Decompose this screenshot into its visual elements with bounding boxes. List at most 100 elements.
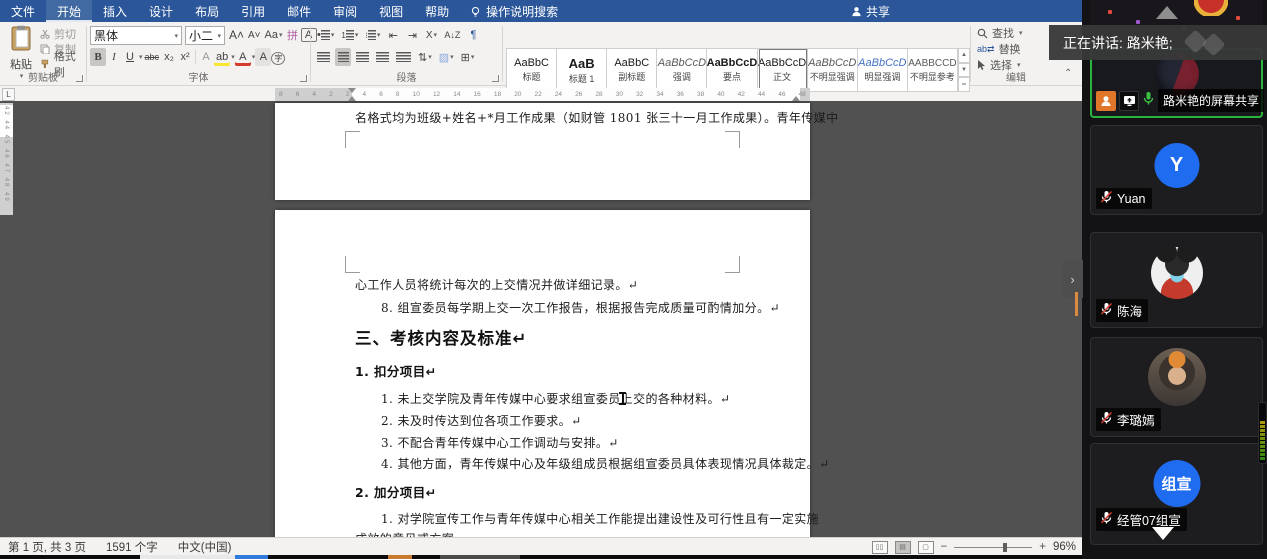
tab-stop-selector[interactable]: L [2, 88, 15, 101]
styles-scroll-down[interactable]: ▼ [958, 62, 970, 78]
enclose-character-button[interactable]: 字 [271, 51, 286, 65]
read-mode-button[interactable]: ▯▯ [871, 540, 888, 554]
doc-line: 3. 不配合青年传媒中心工作调动与安排。↵ [381, 436, 619, 450]
document-page-1[interactable]: 名格式均为班级+姓名+*月工作成果（如财管 1801 张三十一月工作成果）。青年… [275, 103, 838, 200]
style-item-emphasis[interactable]: AaBbCcD 强调 [657, 48, 708, 92]
participant-tile-jingguan07[interactable]: 组宣 经管07组宣 [1090, 443, 1263, 545]
change-case-button[interactable]: Aa ▾ [263, 26, 285, 44]
hanging-indent-marker[interactable] [348, 96, 356, 101]
style-item-subtitle[interactable]: AaBbC 副标题 [607, 48, 658, 92]
multilevel-list-button[interactable]: ⁝ ▾ [363, 26, 382, 44]
avatar-photo [1147, 348, 1206, 406]
participant-tile-liluyan[interactable]: 李璐嫣 [1090, 337, 1263, 437]
language-indicator[interactable]: 中文(中国) [178, 539, 232, 555]
align-left-button[interactable] [315, 48, 332, 66]
increase-indent-button[interactable]: ⇥ [404, 26, 420, 44]
tab-insert[interactable]: 插入 [92, 0, 138, 22]
editing-group-label: 编辑 [1006, 73, 1026, 84]
tab-mailings[interactable]: 邮件 [276, 0, 322, 22]
vertical-ruler[interactable]: 42 44 45 46 47 48 49 [0, 103, 13, 215]
scrollbar-thumb[interactable] [1075, 292, 1078, 316]
superscript-button[interactable]: x² [177, 48, 193, 66]
align-center-button[interactable] [335, 48, 351, 66]
web-layout-button[interactable]: ▢ [917, 540, 934, 554]
zoom-in-button[interactable]: + [1039, 541, 1046, 553]
scroll-up-arrow[interactable] [1156, 6, 1178, 19]
style-item-normal[interactable]: AaBbCcD 正文 [757, 48, 808, 92]
justify-button[interactable] [374, 48, 391, 66]
character-shading-button[interactable]: A [255, 48, 272, 66]
underline-button[interactable]: U [122, 48, 138, 66]
format-painter-icon [41, 59, 49, 68]
tell-me-search[interactable]: 操作说明搜索 [460, 0, 568, 22]
document-page-2[interactable]: 心工作人员将统计每次的上交情况并做详细记录。↵ 8. 组宣委员每学期上交一次工作… [275, 210, 829, 555]
line-spacing-button[interactable]: ⇅ ▾ [416, 48, 434, 66]
find-button[interactable]: 查找 ▾ [977, 26, 1023, 40]
page-indicator[interactable]: 第 1 页, 共 3 页 [8, 539, 86, 555]
styles-scroll-up[interactable]: ▲ [958, 48, 970, 63]
italic-button[interactable]: I [106, 48, 122, 66]
subscript-button[interactable]: x₂ [161, 48, 177, 66]
borders-button[interactable]: ⊞ ▾ [459, 48, 477, 66]
scroll-down-arrow[interactable] [1152, 527, 1174, 540]
cut-button[interactable]: 剪切 [40, 27, 86, 41]
first-line-indent-marker[interactable] [348, 88, 356, 93]
sort-button[interactable]: A↓Z [442, 26, 462, 44]
tab-design[interactable]: 设计 [138, 0, 184, 22]
participant-tile-yuan[interactable]: Y Yuan [1090, 125, 1263, 215]
paragraph-dialog-launcher[interactable] [492, 75, 499, 82]
grow-font-button[interactable]: A˄ [227, 26, 246, 44]
show-marks-button[interactable]: ¶ [465, 26, 481, 44]
style-item-heading1[interactable]: AaB 标题 1 [557, 48, 608, 92]
bold-button[interactable]: B [90, 48, 106, 66]
style-item-title[interactable]: AaBbC 标题 [506, 48, 558, 92]
font-dialog-launcher[interactable] [300, 75, 307, 82]
tab-view[interactable]: 视图 [368, 0, 414, 22]
share-button[interactable]: 共享 [851, 0, 890, 22]
horizontal-ruler[interactable]: 8 6 4 2 2 4 6 8 10 12 14 16 18 20 22 24 26 28 30 32 34 36 38 40… [275, 88, 810, 101]
styles-more-button[interactable]: ≂ [958, 77, 970, 93]
tab-file[interactable]: 文件 [0, 0, 46, 22]
tab-review[interactable]: 审阅 [322, 0, 368, 22]
zoom-level[interactable]: 96% [1053, 541, 1076, 553]
tab-home[interactable]: 开始 [46, 0, 93, 22]
clipboard-dialog-launcher[interactable] [76, 75, 83, 82]
zoom-slider[interactable] [954, 542, 1033, 552]
watermark-logo [1201, 32, 1226, 57]
tab-layout[interactable]: 布局 [184, 0, 230, 22]
print-layout-button[interactable]: ▤ [894, 540, 911, 554]
tab-references[interactable]: 引用 [230, 0, 276, 22]
strikethrough-button[interactable]: abc [143, 48, 162, 66]
distribute-button[interactable] [394, 48, 413, 66]
right-indent-marker[interactable] [792, 96, 800, 101]
phonetic-guide-button[interactable]: 拼 [285, 26, 301, 44]
font-size-select[interactable]: 小二 ▾ [185, 26, 225, 45]
shrink-font-button[interactable]: A˅ [246, 26, 263, 44]
word-count[interactable]: 1591 个字 [106, 539, 158, 555]
highlight-button[interactable]: ab [214, 48, 230, 66]
shading-button[interactable]: ▨ ▾ [437, 48, 456, 66]
decrease-indent-button[interactable]: ⇤ [385, 26, 401, 44]
zoom-out-button[interactable]: − [941, 541, 948, 553]
collapse-ribbon-button[interactable]: ⌃ [1064, 68, 1072, 79]
replace-button[interactable]: ab⇄ 替换 [977, 42, 1021, 57]
taskbar-sliver [440, 555, 520, 559]
participant-tile-chenhai[interactable]: 陈海 [1090, 232, 1263, 328]
style-item-subtle-reference[interactable]: AABBCCD 不明显参考 [907, 48, 958, 92]
person-icon [852, 6, 861, 16]
zoom-slider-thumb[interactable] [1002, 542, 1007, 552]
participant-name: Yuan [1117, 191, 1146, 206]
bullets-button[interactable]: • ▾ [315, 26, 336, 44]
style-item-subtle-emphasis[interactable]: AaBbCcD 不明显强调 [807, 48, 858, 92]
font-color-button[interactable]: A [235, 48, 251, 66]
text-effects-button[interactable]: A [198, 48, 214, 66]
numbering-button[interactable]: 1 ▾ [339, 26, 360, 44]
asian-layout-button[interactable]: X ▾ [423, 26, 439, 44]
style-item-intense-emphasis[interactable]: AaBbCcD 明显强调 [857, 48, 908, 92]
doc-line: 名格式均为班级+姓名+*月工作成果（如财管 1801 张三十一月工作成果）。青年… [355, 111, 839, 125]
panel-collapse-chevron[interactable]: › [1062, 260, 1083, 298]
style-item-strong[interactable]: AaBbCcD 要点 [707, 48, 758, 92]
align-right-button[interactable] [354, 48, 371, 66]
font-name-select[interactable]: 黑体 ▾ [90, 26, 182, 45]
tab-help[interactable]: 帮助 [414, 0, 460, 22]
